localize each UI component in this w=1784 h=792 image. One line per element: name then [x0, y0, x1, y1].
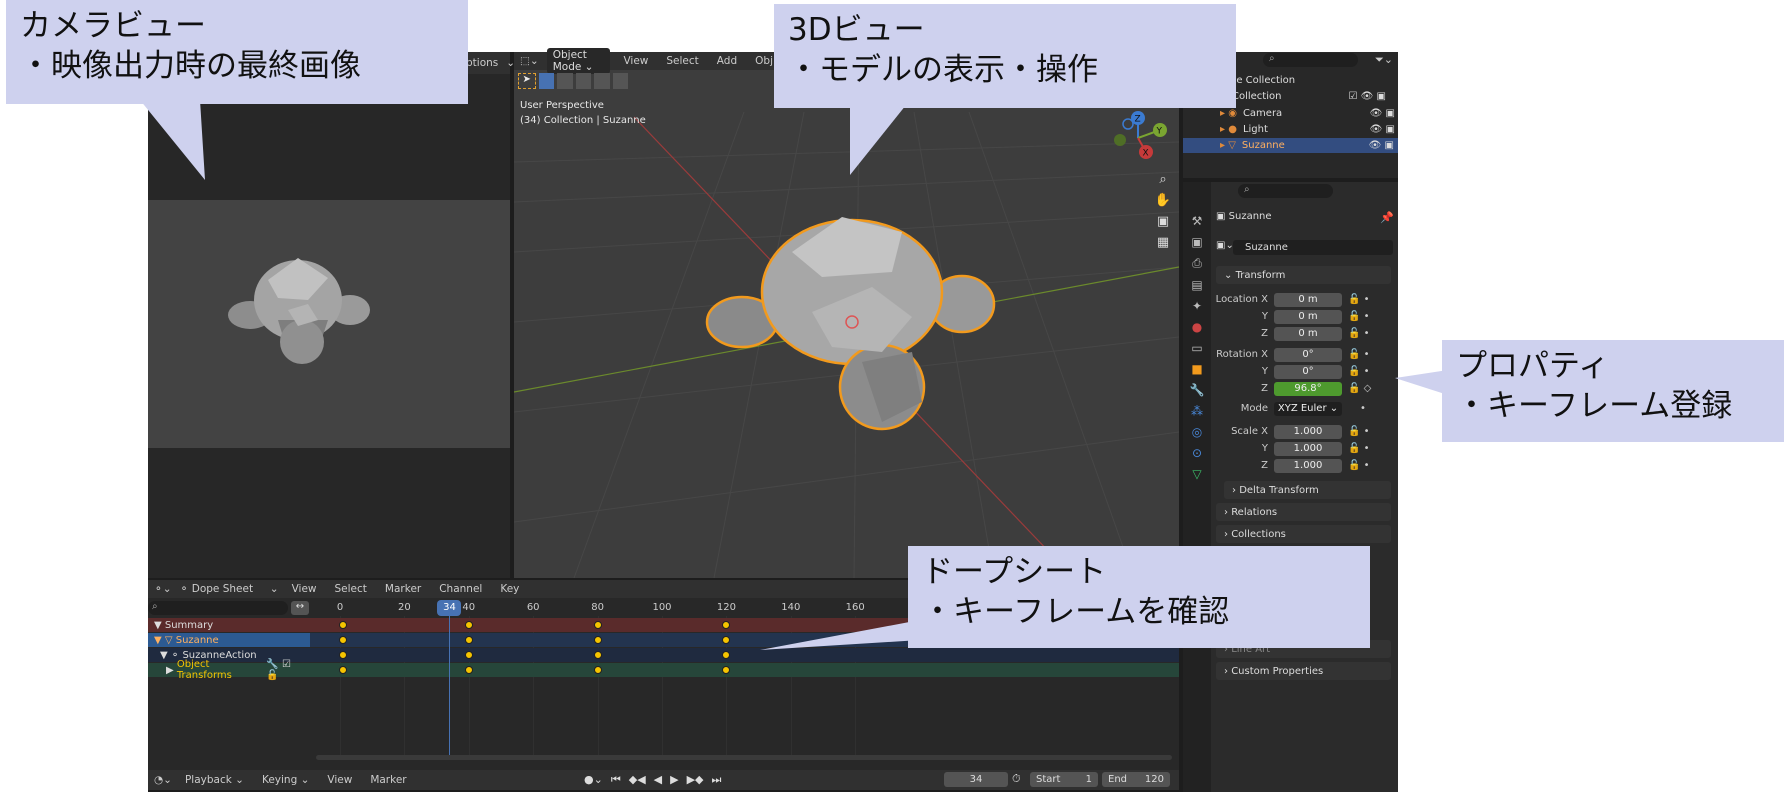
callout-camera-title: カメラビュー: [20, 8, 206, 44]
callout-dope-title: ドープシート: [922, 554, 1107, 590]
callout-properties-desc: ・キーフレーム登録: [1456, 388, 1733, 424]
callout-camera-view: カメラビュー ・映像出力時の最終画像: [6, 0, 468, 104]
callout-dope-sheet: ドープシート ・キーフレームを確認: [908, 546, 1370, 648]
callout-dope-desc: ・キーフレームを確認: [922, 594, 1230, 630]
callout-3d-view: 3Dビュー ・モデルの表示・操作: [774, 4, 1236, 108]
callout-3d-title: 3Dビュー: [788, 12, 925, 48]
callout-camera-desc: ・映像出力時の最終画像: [20, 48, 361, 84]
callout-3d-desc: ・モデルの表示・操作: [788, 52, 1098, 88]
callout-properties: プロパティ ・キーフレーム登録: [1442, 340, 1784, 442]
callout-properties-title: プロパティ: [1456, 348, 1610, 384]
